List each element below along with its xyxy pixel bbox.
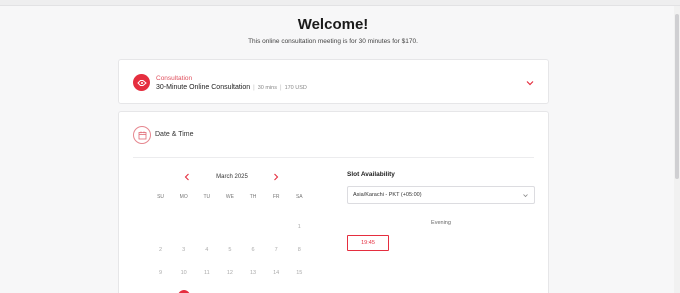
weekday-label: SU xyxy=(157,194,165,200)
calendar-day xyxy=(149,215,172,238)
calendar-day-number: 9 xyxy=(159,269,163,276)
calendar-day-number: 3 xyxy=(182,246,186,253)
calendar-day: 13 xyxy=(242,261,265,284)
weekday-label: MO xyxy=(179,194,188,200)
calendar-day-number: 2 xyxy=(159,246,163,253)
calendar-day[interactable]: 21 xyxy=(265,284,288,293)
calendar-day-number: 8 xyxy=(297,246,301,253)
calendar-day-number: 15 xyxy=(296,269,303,276)
calendar-day-number: 13 xyxy=(250,269,257,276)
timezone-select[interactable]: Asia/Karachi - PKT (+05:00) xyxy=(347,186,535,204)
weekday-label: TH xyxy=(249,194,257,200)
calendar-day: 8 xyxy=(288,238,311,261)
calendar-day: 5 xyxy=(218,238,241,261)
divider xyxy=(133,157,534,158)
calendar-day xyxy=(195,215,218,238)
calendar-day: 10 xyxy=(172,261,195,284)
calendar-day: 3 xyxy=(172,238,195,261)
calendar-day: 9 xyxy=(149,261,172,284)
calendar-day-number: 14 xyxy=(273,269,280,276)
calendar-day: 12 xyxy=(218,261,241,284)
datetime-card: Date & Time March 2025 SU MO TU WE TH FR SA 1 2 3… xyxy=(118,111,549,293)
calendar-day-number: 6 xyxy=(251,246,255,253)
calendar-day-number: 11 xyxy=(203,269,210,276)
calendar-day: 1 xyxy=(288,215,311,238)
service-card[interactable]: Consultation 30-Minute Online Consultati… xyxy=(118,59,549,104)
calendar-day[interactable]: 20 xyxy=(242,284,265,293)
calendar-day-number: 7 xyxy=(274,246,278,253)
chevron-down-icon[interactable] xyxy=(525,78,535,88)
page-subtitle: This online consultation meeting is for … xyxy=(248,38,418,45)
calendar-day: 22 xyxy=(288,284,311,293)
calendar-day[interactable]: 19 xyxy=(218,284,241,293)
slot-availability-title: Slot Availability xyxy=(347,171,395,178)
scrollbar-thumb[interactable] xyxy=(675,14,679,179)
calendar-day-number: 17 xyxy=(177,289,190,293)
calendar-day: 2 xyxy=(149,238,172,261)
scrollbar[interactable] xyxy=(674,6,680,293)
calendar-day xyxy=(172,215,195,238)
calendar-day-number: 5 xyxy=(228,246,232,253)
browser-top-bar xyxy=(0,0,680,6)
timezone-value: Asia/Karachi - PKT (+05:00) xyxy=(353,192,422,198)
page-title: Welcome! xyxy=(297,16,369,33)
service-duration: 30 mins xyxy=(257,85,277,91)
datetime-label: Date & Time xyxy=(155,131,194,138)
calendar-day xyxy=(242,215,265,238)
service-title: 30-Minute Online Consultation xyxy=(156,84,251,91)
slot-period-label: Evening xyxy=(431,220,451,226)
service-price: 170 USD xyxy=(284,85,307,91)
calendar-day-number: 12 xyxy=(226,269,233,276)
time-slot-button[interactable]: 19:45 xyxy=(347,235,389,251)
chevron-down-icon xyxy=(523,194,528,198)
weekday-label: TU xyxy=(203,194,211,200)
weekday-label: WE xyxy=(225,194,234,200)
chevron-left-icon[interactable] xyxy=(183,172,191,182)
calendar-icon xyxy=(133,126,151,144)
service-category-label: Consultation xyxy=(156,75,193,82)
calendar-day: 15 xyxy=(288,261,311,284)
weekday-label: FR xyxy=(272,194,280,200)
calendar-day xyxy=(218,215,241,238)
calendar-day: 11 xyxy=(195,261,218,284)
calendar-day-number: 1 xyxy=(297,223,301,230)
calendar-day: 16 xyxy=(149,284,172,293)
calendar-day-selected[interactable]: 17 xyxy=(172,284,195,293)
calendar-grid: SUMOTUWETHFRSA12345678910111213141516171… xyxy=(149,192,311,293)
weekday-label: SA xyxy=(295,194,303,200)
calendar-day: 7 xyxy=(265,238,288,261)
calendar-day: 14 xyxy=(265,261,288,284)
calendar-header: March 2025 xyxy=(149,172,319,184)
calendar-day[interactable]: 18 xyxy=(195,284,218,293)
calendar-month: March 2025 xyxy=(216,174,248,180)
calendar-day xyxy=(265,215,288,238)
consultation-icon xyxy=(133,74,150,91)
service-title-row: 30-Minute Online Consultation | 30 mins | 17… xyxy=(156,84,307,91)
calendar-day: 4 xyxy=(195,238,218,261)
calendar-day-number: 10 xyxy=(180,269,187,276)
calendar-day-number: 4 xyxy=(205,246,209,253)
calendar-day: 6 xyxy=(242,238,265,261)
chevron-right-icon[interactable] xyxy=(272,172,280,182)
